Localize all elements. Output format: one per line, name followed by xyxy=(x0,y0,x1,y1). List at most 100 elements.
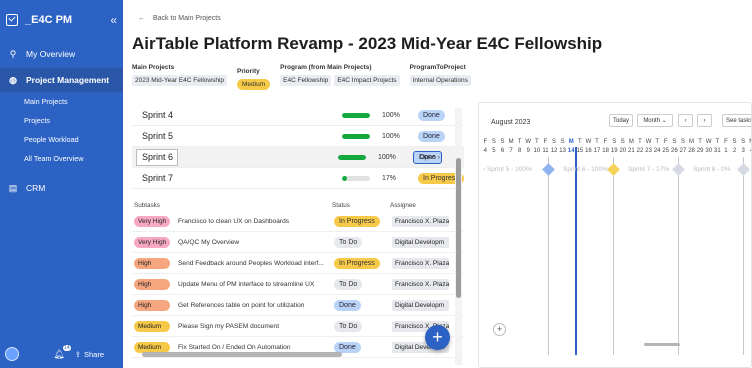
main-content: ← Back to Main Projects AirTable Platfor… xyxy=(123,0,752,368)
status-badge[interactable]: To Do xyxy=(334,278,363,290)
sidebar-item-crm[interactable]: ▤ CRM xyxy=(0,176,123,200)
gantt-sprint-label: Sprint 6 - 100% xyxy=(563,166,608,173)
subtask-row[interactable]: High Send Feedback around Peoples Worklo… xyxy=(132,253,464,274)
globe-icon: ◍ xyxy=(9,74,17,85)
gantt-day-number: 10 xyxy=(533,148,541,154)
status-badge[interactable]: To Do xyxy=(334,320,363,332)
program-chip[interactable]: E4C Fellowship xyxy=(280,75,332,86)
sprint-row[interactable]: Sprint 5 100% Done xyxy=(132,126,464,147)
share-button[interactable]: ⇪ Share xyxy=(75,350,104,359)
double-chevron-left-icon[interactable]: « xyxy=(110,13,117,27)
view-select[interactable]: Month ⌄ xyxy=(637,114,673,127)
back-label: Back to Main Projects xyxy=(153,15,221,22)
gantt-gridline xyxy=(743,157,744,355)
progress-fill xyxy=(342,112,370,118)
sprint-row[interactable]: Sprint 6 Open › 100% Done xyxy=(132,147,464,168)
sidebar-subitem-all-team-overview[interactable]: All Team Overview xyxy=(0,149,123,168)
assignee-chip[interactable]: Digital Developm xyxy=(392,236,449,248)
assignee-chip[interactable]: Francisco X. Plaza xyxy=(392,257,449,269)
subtask-name: Get References table on point for utiliz… xyxy=(178,301,305,309)
gantt-day-number: 21 xyxy=(628,148,635,154)
add-timeline-item-button[interactable]: + xyxy=(493,323,506,336)
sprint-name: Sprint 5 xyxy=(142,131,174,141)
see-tasks-button[interactable]: See tasks ( xyxy=(722,114,751,127)
share-label: Share xyxy=(83,349,104,359)
grid-icon: ▤ xyxy=(8,182,18,193)
sprint-percent: 100% xyxy=(382,111,400,119)
sidebar-subitem-projects[interactable]: Projects xyxy=(0,111,123,130)
gantt-day-letter: W xyxy=(585,139,592,145)
assignee-column-header: Assignee xyxy=(390,201,416,209)
bell-icon[interactable]: 🔔︎ 14 xyxy=(53,344,71,360)
gantt-gridline xyxy=(678,157,679,355)
subtask-row[interactable]: Very High QA/QC My Overview To Do Digita… xyxy=(132,232,464,253)
status-badge[interactable]: In Progress xyxy=(334,257,380,269)
program-to-project-chip[interactable]: Internal Operations xyxy=(409,75,471,86)
status-badge[interactable]: Done xyxy=(334,299,361,311)
gantt-day-letter: M xyxy=(689,139,695,145)
subtask-row[interactable]: Medium Please Sign my PASEM document To … xyxy=(132,316,464,337)
sidebar-item-my-overview[interactable]: ⚲ My Overview xyxy=(0,42,123,66)
sidebar-subitem-people-workload[interactable]: People Workload xyxy=(0,130,123,149)
gantt-day-letter: S xyxy=(560,139,565,145)
open-sprint-link[interactable]: Open › xyxy=(420,154,440,161)
priority-chip[interactable]: Medium xyxy=(237,79,271,90)
add-button[interactable]: + xyxy=(425,325,450,350)
gantt-day-number: 28 xyxy=(688,148,695,154)
status-badge[interactable]: In Progress xyxy=(334,215,380,227)
back-link[interactable]: ← Back to Main Projects xyxy=(138,15,221,22)
gantt-day-number: 22 xyxy=(636,148,644,154)
assignee-chip[interactable]: Digital Developm xyxy=(392,299,449,311)
horizontal-scrollbar[interactable] xyxy=(132,352,454,358)
today-marker xyxy=(575,147,577,355)
progress-fill xyxy=(342,175,347,181)
milestone-diamond-todo[interactable] xyxy=(737,163,750,176)
meta-program-to-project: ProgramToProject Internal Operations xyxy=(409,64,471,90)
scrollbar-thumb[interactable] xyxy=(142,352,342,357)
gantt-day-letter: T xyxy=(595,139,599,145)
vertical-scrollbar[interactable] xyxy=(455,108,462,365)
sprint-name: Sprint 4 xyxy=(142,110,174,120)
sprint-row[interactable]: Sprint 4 100% Done xyxy=(132,105,464,126)
gantt-day-letter: S xyxy=(552,139,557,145)
sprint-row[interactable]: Sprint 7 17% In Progress xyxy=(132,168,464,189)
sidebar-item-project-management[interactable]: ◍ Project Management xyxy=(0,68,123,92)
milestone-diamond-todo[interactable] xyxy=(672,163,685,176)
notification-count: 14 xyxy=(63,344,71,351)
status-badge[interactable]: Done xyxy=(418,109,445,121)
chevron-left-icon[interactable]: ‹ xyxy=(678,114,693,127)
sprint-name: Sprint 7 xyxy=(142,173,174,183)
gantt-day-number: 25 xyxy=(662,148,670,154)
milestone-diamond-progress[interactable] xyxy=(607,163,620,176)
assignee-chip[interactable]: Francisco X. Plaza xyxy=(392,215,449,227)
subtask-row[interactable]: High Update Menu of PM interface to stre… xyxy=(132,274,464,295)
today-button[interactable]: Today xyxy=(609,114,633,127)
sprint-progress-bar xyxy=(342,175,370,181)
subtask-name: QA/QC My Overview xyxy=(178,238,240,246)
gantt-horizontal-scrollbar[interactable] xyxy=(644,343,680,346)
chevron-right-icon[interactable]: › xyxy=(697,114,712,127)
gantt-day-letter: F xyxy=(663,139,668,145)
sidebar-item-label: My Overview xyxy=(26,49,76,59)
subtask-name: Please Sign my PASEM document xyxy=(178,322,280,330)
gantt-day-letter: S xyxy=(741,139,746,145)
scrollbar-thumb[interactable] xyxy=(456,158,461,298)
meta-priority: Priority Medium xyxy=(237,64,271,90)
status-badge[interactable]: Done xyxy=(418,130,445,142)
status-badge[interactable]: Done xyxy=(334,341,361,353)
assignee-chip[interactable]: Francisco X. Plaza xyxy=(392,278,449,290)
gantt-day-number: 18 xyxy=(602,148,609,154)
subtask-row[interactable]: High Get References table on point for u… xyxy=(132,295,464,316)
gantt-day-number: 30 xyxy=(705,148,713,154)
main-project-chip[interactable]: 2023 Mid-Year E4C Fellowship xyxy=(132,75,228,86)
meta-label: Program (from Main Projects) xyxy=(280,64,372,71)
status-badge[interactable]: To Do xyxy=(334,236,363,248)
avatar[interactable] xyxy=(5,347,19,361)
subtask-row[interactable]: Very High Francisco to clean UX on Dashb… xyxy=(132,211,464,232)
sprint-progress-bar xyxy=(342,133,370,139)
gantt-day-letter: M xyxy=(747,139,751,145)
sidebar-subitem-main-projects[interactable]: Main Projects xyxy=(0,92,123,111)
program-chip[interactable]: E4C Impact Projects xyxy=(334,75,400,86)
progress-fill xyxy=(338,154,366,160)
milestone-diamond-done[interactable] xyxy=(542,163,555,176)
